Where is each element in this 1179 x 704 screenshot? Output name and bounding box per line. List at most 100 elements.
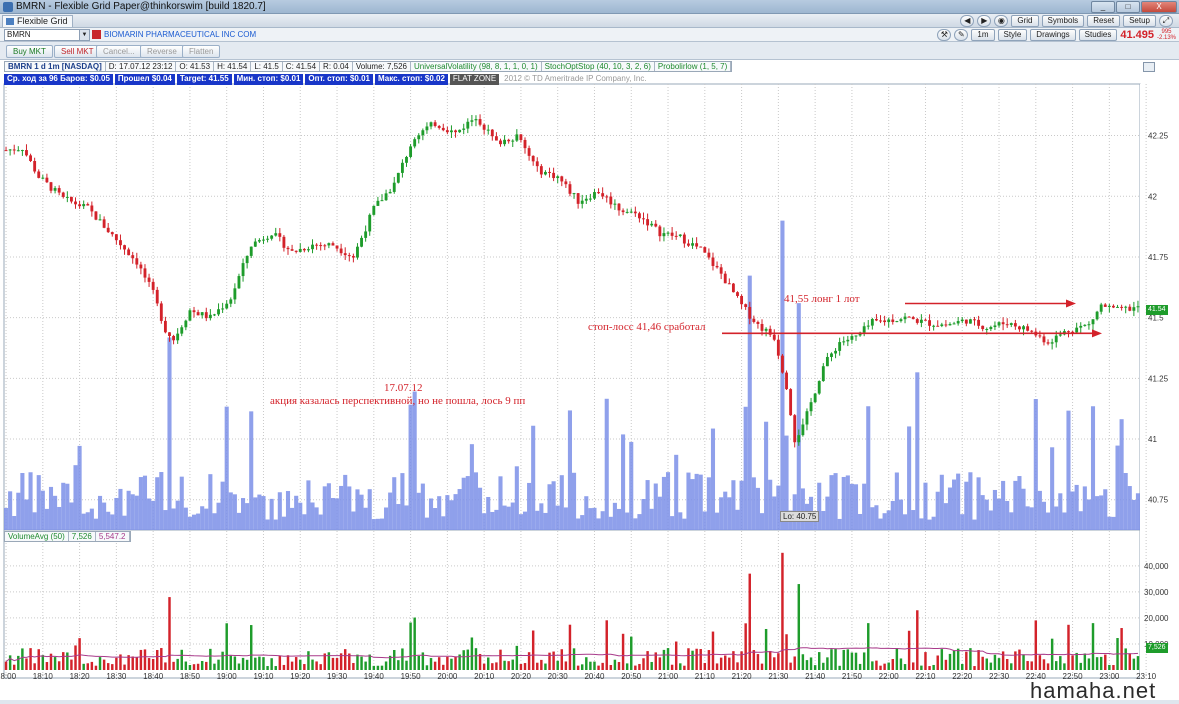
grid-button[interactable]: Grid bbox=[1011, 15, 1039, 27]
studies-button[interactable]: Studies bbox=[1078, 29, 1118, 41]
volume-overlay-bar bbox=[1086, 499, 1091, 530]
volume-overlay-bar bbox=[686, 472, 691, 530]
candle-body bbox=[147, 277, 151, 282]
price-volume-chart[interactable]: 18:00 18:10 18:20 18:30 18:40 18:50 19:00 19:10… bbox=[0, 60, 1179, 700]
chart-area[interactable]: 18:00 18:10 18:20 18:30 18:40 18:50 19:00 19:10… bbox=[0, 60, 1179, 700]
volume-bar bbox=[196, 663, 200, 670]
time-tick-label: 22:10 bbox=[915, 672, 936, 681]
volume-overlay-bar bbox=[334, 498, 340, 530]
candle-body bbox=[1075, 327, 1079, 333]
cancel-button[interactable]: Cancel... bbox=[96, 45, 142, 58]
copyright: 2012 © TD Ameritrade IP Company, Inc. bbox=[504, 74, 647, 83]
volume-overlay-bar bbox=[661, 476, 666, 530]
forward-icon[interactable]: ▶ bbox=[977, 15, 992, 27]
info-max-stop: Макс. стоп: $0.02 bbox=[375, 74, 448, 85]
link-icon[interactable]: ◉ bbox=[994, 15, 1009, 27]
candle-body bbox=[253, 241, 257, 247]
candle-body bbox=[1013, 323, 1017, 327]
volume-overlay-bar bbox=[396, 504, 401, 530]
candle-body bbox=[319, 245, 323, 247]
symbols-button[interactable]: Symbols bbox=[1041, 15, 1085, 27]
pencil-icon[interactable]: ✎ bbox=[954, 29, 969, 41]
candle-body bbox=[16, 150, 20, 152]
study-universal-volatility[interactable]: UniversalVolatility (98, 8, 1, 1, 0, 1) bbox=[411, 62, 542, 71]
candle-body bbox=[421, 130, 425, 136]
volume-bar bbox=[401, 648, 404, 670]
volume-bar bbox=[879, 665, 882, 670]
candle-body bbox=[90, 205, 94, 212]
volume-overlay-bar bbox=[465, 476, 470, 530]
volume-bar bbox=[736, 662, 739, 670]
volume-bar bbox=[728, 657, 731, 670]
volume-bar bbox=[217, 659, 220, 670]
volume-overlay-bar bbox=[821, 510, 826, 530]
volume-overlay-bar bbox=[678, 512, 683, 530]
buy-market-button[interactable]: Buy MKT bbox=[6, 45, 53, 58]
back-icon[interactable]: ◀ bbox=[960, 15, 975, 27]
time-tick-label: 20:20 bbox=[511, 672, 532, 681]
chevron-down-icon[interactable]: ▼ bbox=[79, 30, 89, 40]
sell-market-button[interactable]: Sell MKT bbox=[54, 45, 101, 58]
expand-panel-icon[interactable] bbox=[1143, 62, 1155, 72]
candle-body bbox=[756, 321, 760, 324]
price-tick-label: 42 bbox=[1148, 192, 1157, 201]
volume-bar bbox=[491, 663, 494, 670]
link-color-icon[interactable] bbox=[92, 30, 101, 39]
volume-overlay-bar bbox=[171, 508, 176, 530]
volume-bar bbox=[1030, 661, 1033, 670]
volume-bar bbox=[482, 663, 486, 670]
wrench-icon[interactable]: ⚒ bbox=[937, 29, 952, 41]
volume-bar bbox=[760, 663, 764, 670]
volume-overlay-bar bbox=[1066, 410, 1071, 530]
candle-body bbox=[400, 162, 404, 173]
reset-button[interactable]: Reset bbox=[1087, 15, 1121, 27]
volume-avg-study[interactable]: VolumeAvg (50) bbox=[5, 532, 69, 541]
volume-bar bbox=[670, 664, 674, 670]
volume-bar bbox=[875, 660, 878, 670]
expand-icon[interactable]: ⤢ bbox=[1159, 15, 1173, 27]
volume-overlay-bar bbox=[1033, 399, 1038, 530]
volume-overlay-bar bbox=[702, 511, 707, 530]
volume-overlay-bar bbox=[151, 500, 156, 530]
volume-overlay-bar bbox=[359, 494, 364, 530]
candle-body bbox=[127, 249, 131, 256]
candle-body bbox=[286, 247, 290, 250]
volume-bar bbox=[299, 659, 302, 670]
volume-bar bbox=[442, 664, 445, 670]
aggregation-button[interactable]: 1m bbox=[971, 29, 995, 41]
symbol-input[interactable]: BMRN ▼ bbox=[4, 29, 90, 41]
flatten-button[interactable]: Flatten bbox=[182, 45, 221, 58]
maximize-button[interactable]: □ bbox=[1116, 1, 1140, 13]
candle-body bbox=[813, 393, 817, 403]
study-stoch-opt-stop[interactable]: StochOptStop (40, 10, 3, 2, 6) bbox=[542, 62, 655, 71]
volume-overlay-bar bbox=[12, 516, 17, 530]
volume-bar bbox=[752, 650, 756, 670]
candle-body bbox=[1018, 326, 1021, 330]
volume-overlay-bar bbox=[490, 511, 495, 530]
time-tick-label: 19:00 bbox=[217, 672, 238, 681]
volume-overlay-bar bbox=[147, 498, 152, 530]
volume-overlay-bar bbox=[20, 473, 25, 530]
minimize-button[interactable]: _ bbox=[1091, 1, 1115, 13]
style-button[interactable]: Style bbox=[997, 29, 1028, 41]
reverse-button[interactable]: Reverse bbox=[140, 45, 184, 58]
volume-overlay-bar bbox=[257, 494, 262, 530]
volume-bar bbox=[928, 666, 931, 670]
close-button[interactable]: X bbox=[1141, 1, 1177, 13]
volume-overlay-bar bbox=[510, 502, 515, 530]
setup-button[interactable]: Setup bbox=[1123, 15, 1156, 27]
volume-overlay-bar bbox=[1058, 493, 1063, 530]
volume-overlay-bar bbox=[939, 474, 944, 530]
study-probolirlow[interactable]: Probolirlow (1, 5, 7) bbox=[655, 62, 732, 71]
volume-overlay-bar bbox=[498, 476, 503, 530]
volume-bar bbox=[1001, 651, 1005, 670]
tab-flexible-grid[interactable]: Flexible Grid bbox=[2, 15, 73, 27]
drawings-button[interactable]: Drawings bbox=[1030, 29, 1076, 41]
volume-overlay-bar bbox=[200, 506, 205, 530]
volume-tick-label: 20,000 bbox=[1144, 614, 1169, 623]
candle-body bbox=[654, 223, 658, 227]
volume-overlay-bar bbox=[1013, 480, 1018, 530]
volume-bar bbox=[630, 636, 633, 670]
candle-body bbox=[486, 129, 490, 131]
candle-body bbox=[4, 150, 8, 152]
